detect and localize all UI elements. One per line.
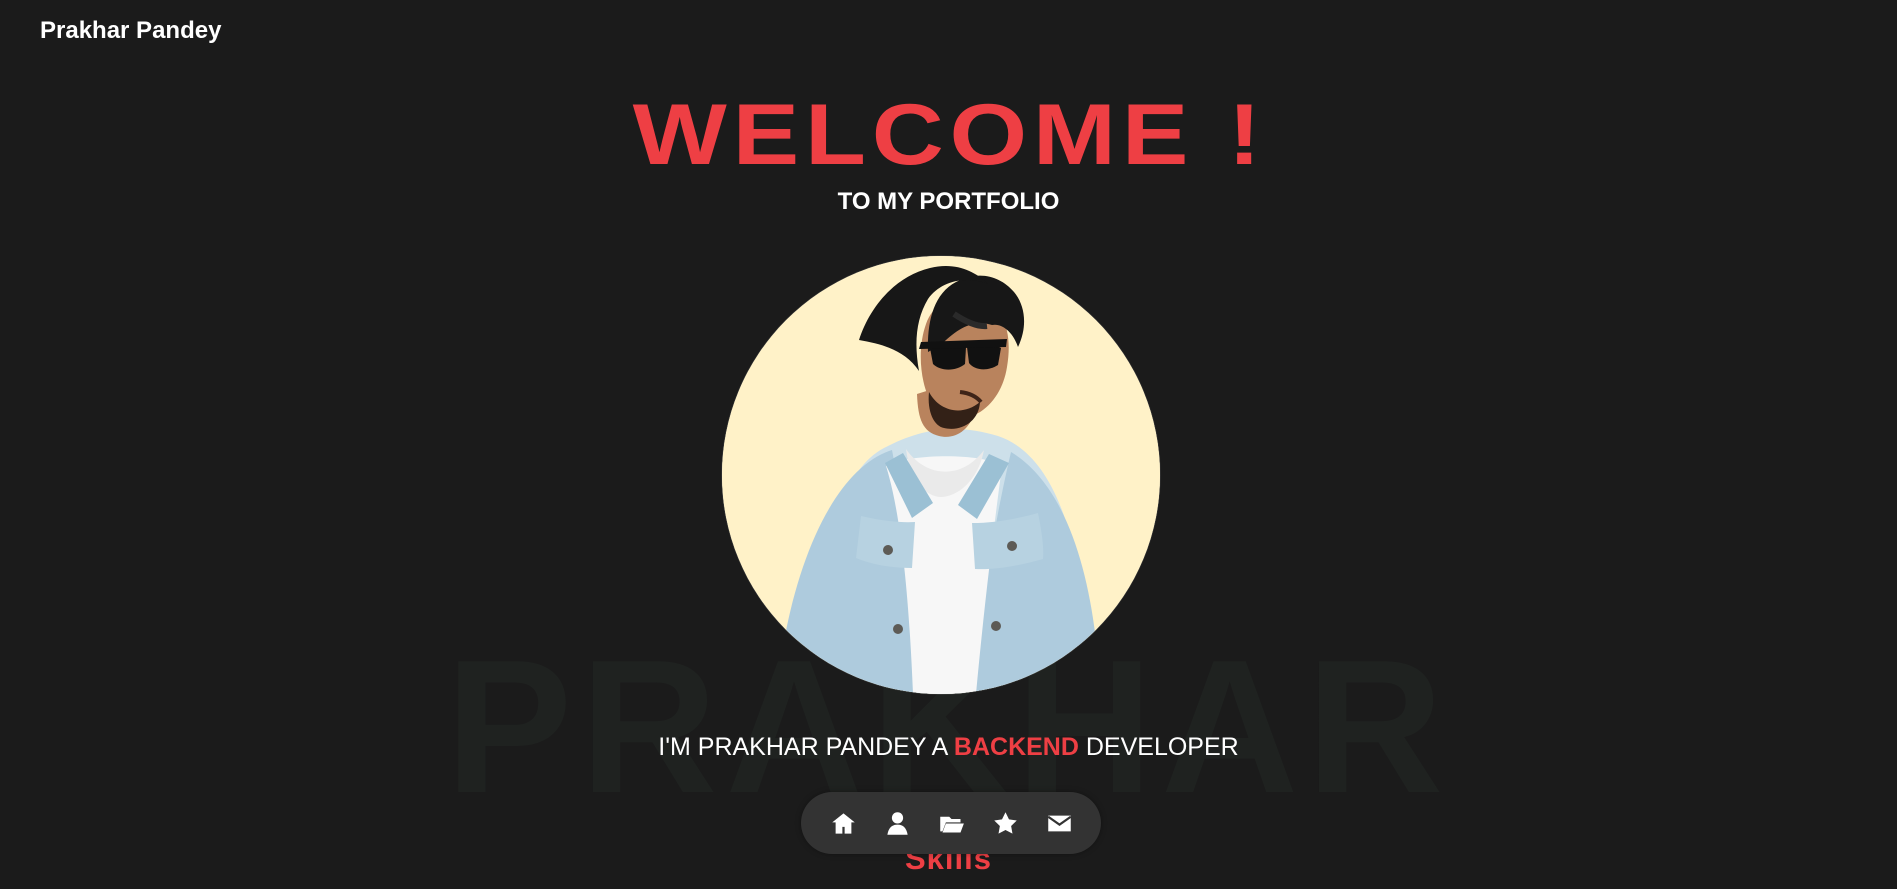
envelope-icon: [1047, 815, 1071, 831]
star-icon: [993, 811, 1017, 834]
nav-contact[interactable]: [1044, 808, 1075, 839]
nav-projects[interactable]: [936, 808, 967, 839]
profile-photo-illustration: [722, 256, 1160, 694]
portfolio-subtitle: TO MY PORTFOLIO: [837, 188, 1060, 215]
intro-text: I'M PRAKHAR PANDEY A BACKEND DEVELOPER: [0, 732, 1897, 762]
nav-about[interactable]: [882, 808, 913, 839]
bottom-navigation-dock: [801, 792, 1101, 854]
profile-photo: [722, 256, 1160, 694]
intro-suffix: DEVELOPER: [1085, 733, 1239, 761]
site-brand[interactable]: Prakhar Pandey: [40, 17, 221, 45]
nav-skills[interactable]: [990, 808, 1021, 839]
folder-open-icon: [939, 816, 964, 832]
home-icon: [831, 812, 855, 834]
intro-prefix: I'M PRAKHAR PANDEY A: [658, 733, 947, 761]
nav-home[interactable]: [828, 808, 859, 839]
user-icon: [886, 811, 908, 835]
portfolio-page: Prakhar Pandey WELCOME ! TO MY PORTFOLIO…: [0, 0, 1897, 889]
welcome-heading: WELCOME !: [632, 87, 1267, 183]
intro-highlight: BACKEND: [953, 733, 1079, 761]
